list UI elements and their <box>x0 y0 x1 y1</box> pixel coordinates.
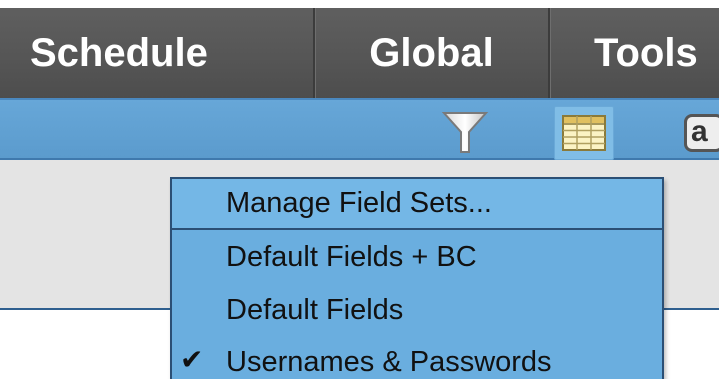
menu-item-default-fields-bc[interactable]: Default Fields + BC <box>172 232 662 282</box>
field-set-grid-button[interactable] <box>554 106 614 160</box>
top-navigation-bar: Schedule Global Tools <box>0 0 719 98</box>
text-format-button[interactable]: a <box>684 114 719 152</box>
nav-tab-global[interactable]: Global <box>315 8 550 98</box>
checkmark-icon: ✔ <box>180 344 204 375</box>
field-set-dropdown-menu: Manage Field Sets... Default Fields + BC… <box>170 177 664 379</box>
table-grid-icon <box>562 115 606 151</box>
menu-item-default-fields[interactable]: Default Fields <box>172 285 662 335</box>
menu-item-usernames-passwords[interactable]: ✔ Usernames & Passwords <box>172 337 662 379</box>
filter-button[interactable] <box>438 108 492 158</box>
filter-icon <box>441 112 489 153</box>
menu-item-label: Usernames & Passwords <box>226 345 552 378</box>
text-format-icon: a <box>691 115 708 148</box>
nav-tab-tools[interactable]: Tools <box>550 8 719 98</box>
nav-tab-schedule[interactable]: Schedule <box>0 8 315 98</box>
menu-item-label: Default Fields <box>226 293 404 326</box>
toolbar: a <box>0 98 719 160</box>
menu-item-label: Manage Field Sets... <box>226 187 492 219</box>
menu-item-label: Default Fields + BC <box>226 240 477 273</box>
menu-item-manage-field-sets[interactable]: Manage Field Sets... <box>172 179 662 230</box>
